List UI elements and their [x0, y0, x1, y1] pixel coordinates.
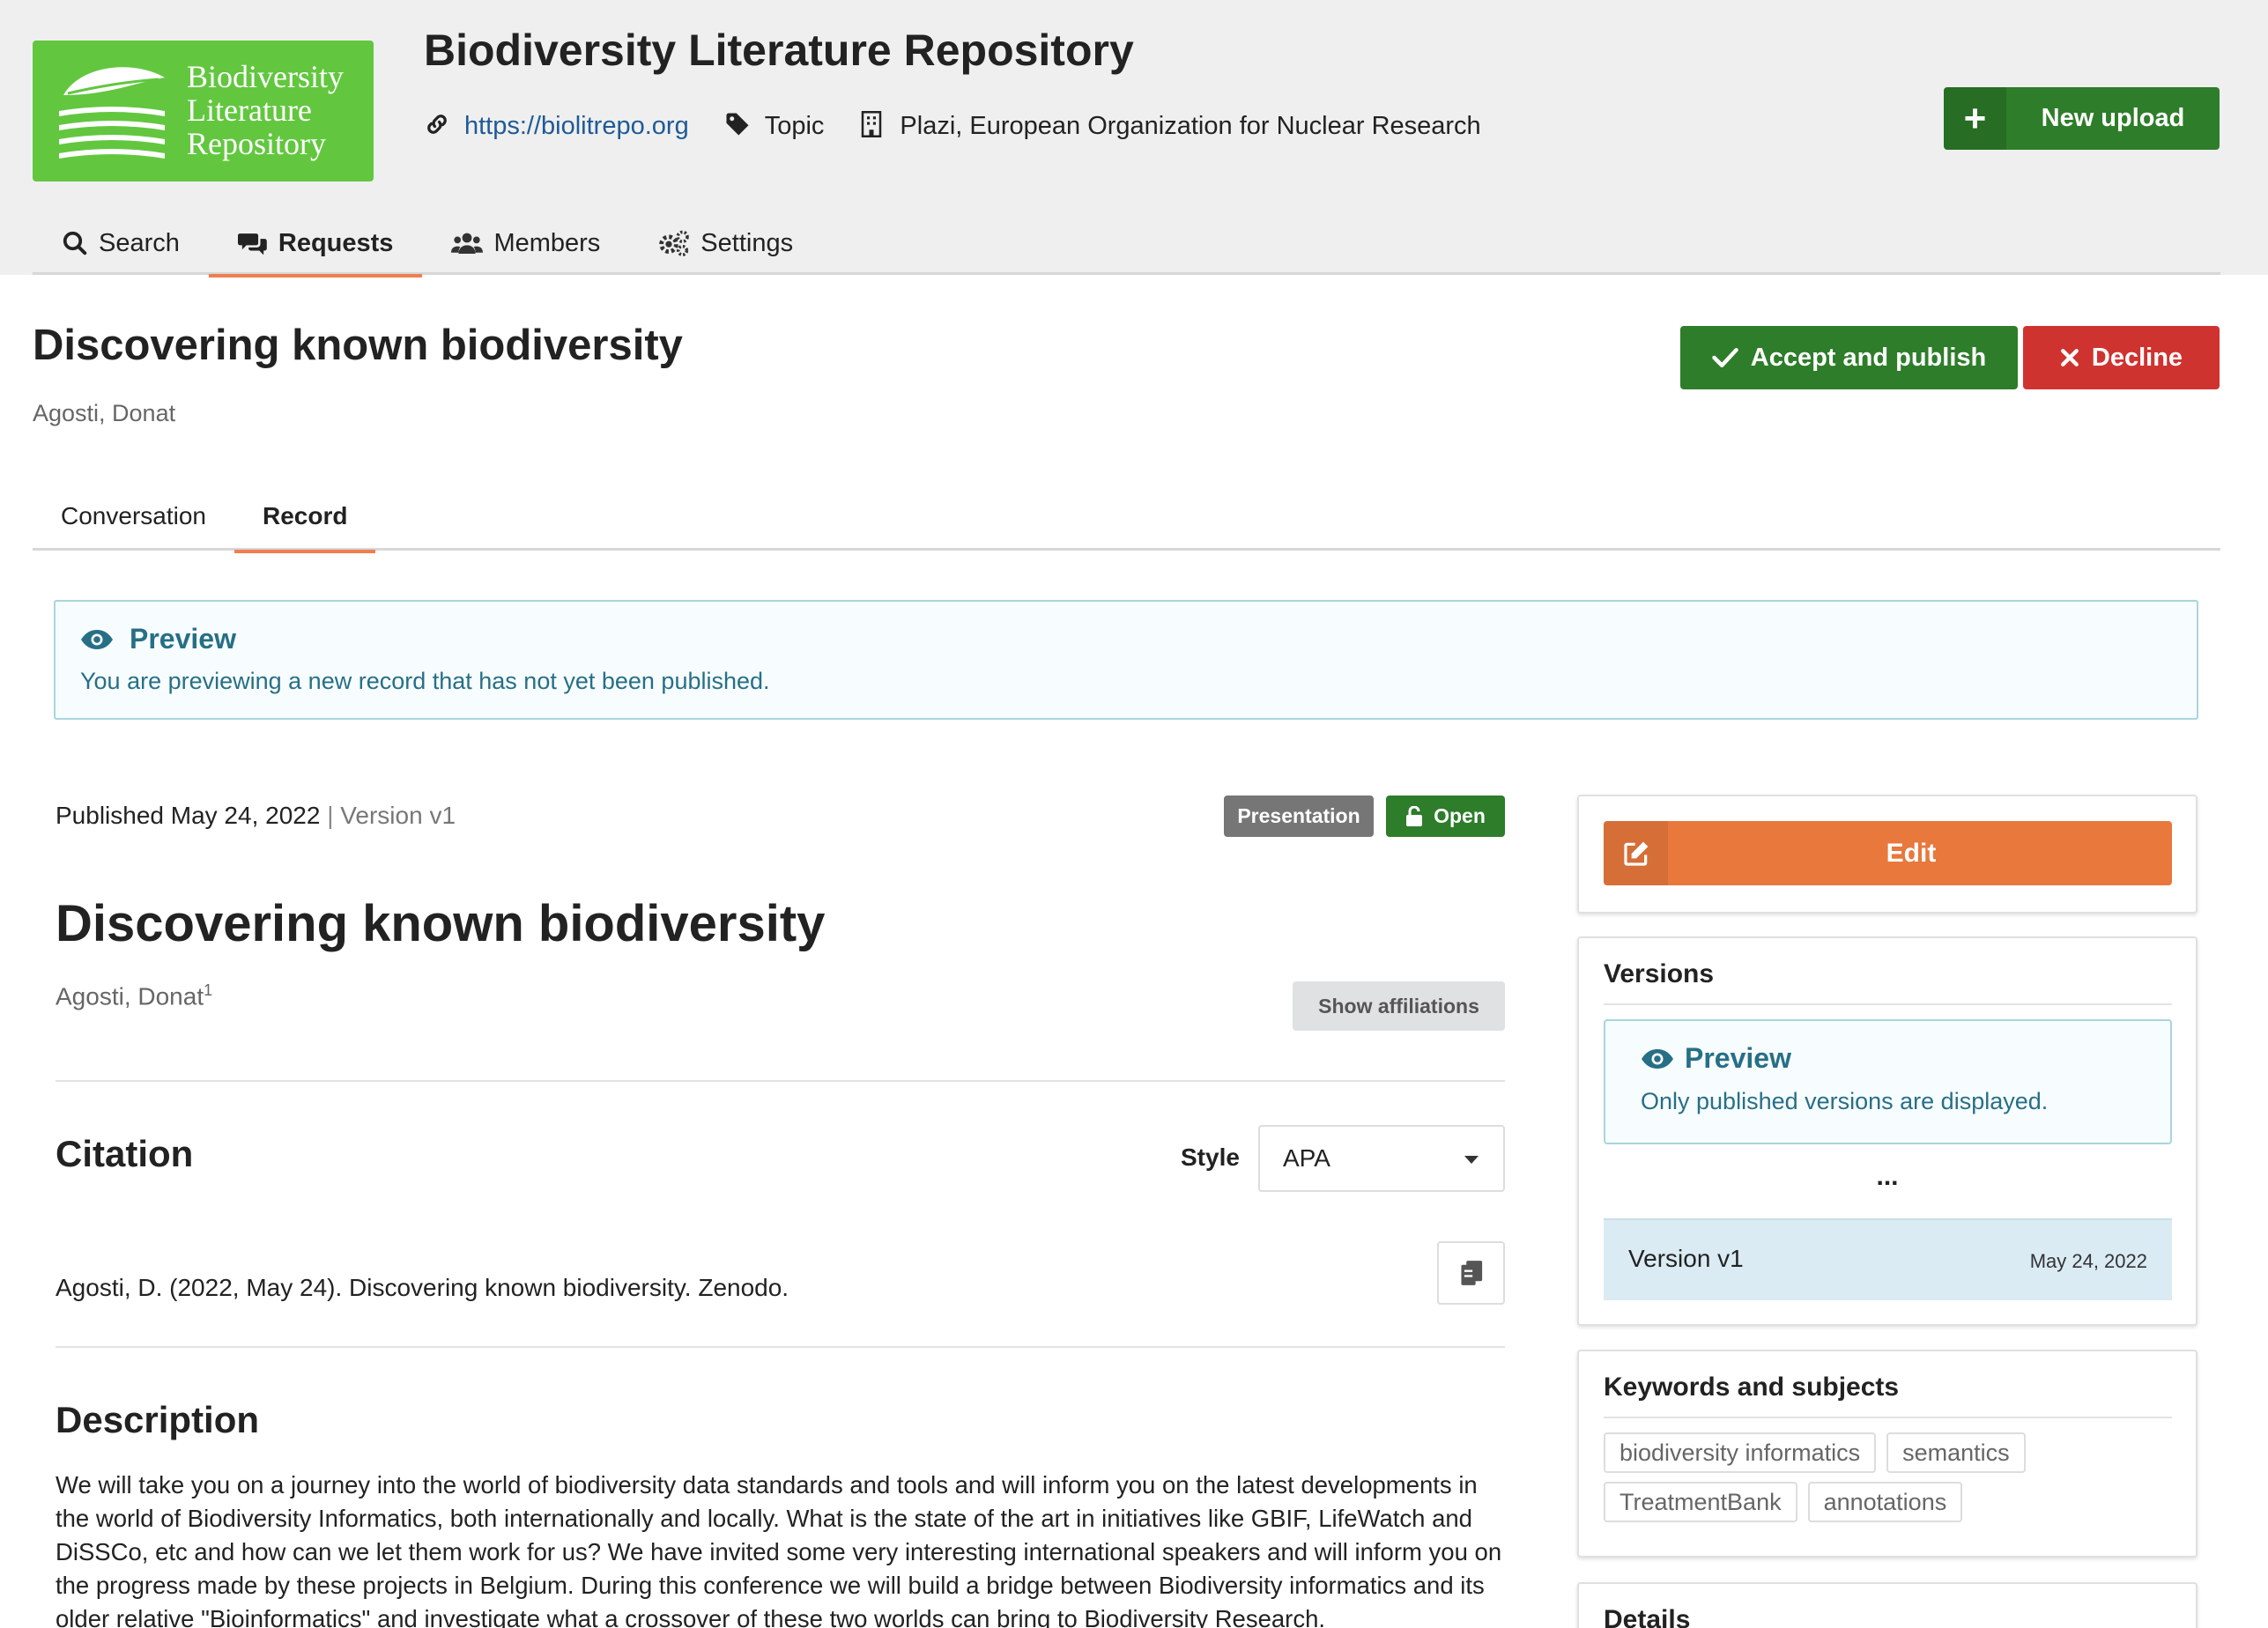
divider	[1604, 1003, 2172, 1005]
accept-and-publish-button[interactable]: Accept and publish	[1680, 326, 2018, 389]
users-icon	[451, 233, 484, 254]
resource-type-badge: Presentation	[1224, 796, 1374, 837]
edit-icon	[1604, 821, 1668, 885]
close-icon	[2061, 349, 2079, 366]
plus-icon: +	[1944, 87, 2006, 150]
published-date: Published May 24, 2022	[56, 802, 321, 829]
book-leaves-icon	[59, 67, 165, 159]
preview-message: Preview You are previewing a new record …	[54, 600, 2198, 720]
tag-icon	[724, 111, 754, 141]
edit-card: Edit	[1577, 795, 2198, 914]
record-title: Discovering known biodiversity	[56, 895, 826, 952]
copy-citation-button[interactable]	[1437, 1241, 1505, 1305]
link-icon	[424, 111, 454, 141]
show-affiliations-button[interactable]: Show affiliations	[1293, 981, 1505, 1031]
publication-line: Published May 24, 2022 | Version v1	[56, 802, 456, 829]
keyword-tag[interactable]: annotations	[1807, 1482, 1963, 1522]
versions-preview-message: Preview Only published versions are disp…	[1604, 1019, 2172, 1144]
description-text: We will take you on a journey into the w…	[56, 1471, 1502, 1628]
citation-style-dropdown[interactable]: APA	[1258, 1125, 1505, 1192]
preview-message-text: You are previewing a new record that has…	[80, 668, 770, 694]
community-logo[interactable]: Biodiversity Literature Repository	[33, 41, 374, 181]
keywords-list: biodiversity informatics semantics Treat…	[1604, 1432, 2176, 1531]
community-nav: Search Requests Members Settings	[33, 211, 2220, 278]
unlock-icon	[1406, 805, 1423, 826]
keyword-tag[interactable]: semantics	[1886, 1432, 2026, 1473]
citation-heading: Citation	[56, 1133, 194, 1174]
citation-text: Agosti, D. (2022, May 24). Discovering k…	[56, 1274, 789, 1301]
keywords-card: Keywords and subjects biodiversity infor…	[1577, 1350, 2198, 1558]
eye-icon	[1642, 1048, 1673, 1069]
divider	[56, 1080, 1505, 1082]
versions-heading: Versions	[1604, 959, 1715, 988]
keyword-tag[interactable]: TreatmentBank	[1604, 1482, 1797, 1522]
divider	[1604, 1417, 2172, 1418]
community-type: Topic	[764, 111, 825, 140]
nav-item-members[interactable]: Members	[422, 211, 629, 275]
cogs-icon	[659, 230, 690, 256]
keywords-heading: Keywords and subjects	[1604, 1373, 1900, 1402]
record-creator[interactable]: Agosti, Donat1	[56, 981, 212, 1010]
preview-message-header: Preview	[130, 623, 236, 655]
record-version: Version v1	[340, 802, 456, 829]
details-card: Details	[1577, 1582, 2198, 1628]
community-organizations: Plazi, European Organization for Nuclear…	[900, 111, 1481, 140]
building-icon	[859, 111, 889, 141]
details-heading: Details	[1604, 1605, 1691, 1628]
decline-button[interactable]: Decline	[2023, 326, 2220, 389]
edit-button[interactable]: Edit	[1604, 821, 2172, 885]
request-tabs: Conversation Record	[33, 481, 2220, 553]
caret-down-icon	[1464, 1156, 1479, 1164]
nav-item-search[interactable]: Search	[33, 211, 209, 275]
community-title: Biodiversity Literature Repository	[424, 26, 1134, 75]
eye-icon	[81, 629, 113, 649]
community-meta: https://biolitrepo.org Topic Plazi, Euro…	[424, 111, 1516, 141]
version-item[interactable]: Version v1 May 24, 2022	[1604, 1218, 2172, 1300]
search-icon	[63, 231, 87, 255]
community-header: Biodiversity Literature Repository Biodi…	[0, 0, 2268, 278]
community-url-link[interactable]: https://biolitrepo.org	[464, 112, 689, 141]
nav-item-settings[interactable]: Settings	[629, 211, 822, 275]
citation-style-label: Style	[1181, 1143, 1240, 1171]
copy-icon	[1460, 1261, 1482, 1285]
request-title: Discovering known biodiversity	[33, 322, 683, 369]
access-status-badge: Open	[1386, 796, 1505, 837]
nav-item-requests[interactable]: Requests	[208, 211, 423, 278]
comments-icon	[237, 233, 267, 255]
tab-conversation[interactable]: Conversation	[33, 481, 234, 551]
request-author: Agosti, Donat	[33, 400, 176, 426]
keyword-tag[interactable]: biodiversity informatics	[1604, 1432, 1877, 1473]
version-name: Version v1	[1628, 1245, 1744, 1272]
description-heading: Description	[56, 1399, 260, 1440]
divider	[56, 1346, 1505, 1348]
versions-card: Versions Preview Only published versions…	[1577, 936, 2198, 1326]
new-upload-button[interactable]: + New upload	[1944, 87, 2220, 150]
tab-record[interactable]: Record	[233, 481, 376, 553]
versions-ellipsis: ...	[1876, 1162, 1899, 1191]
check-icon	[1712, 348, 1738, 367]
logo-text: Biodiversity Literature Repository	[187, 59, 344, 161]
version-date: May 24, 2022	[2029, 1250, 2147, 1272]
